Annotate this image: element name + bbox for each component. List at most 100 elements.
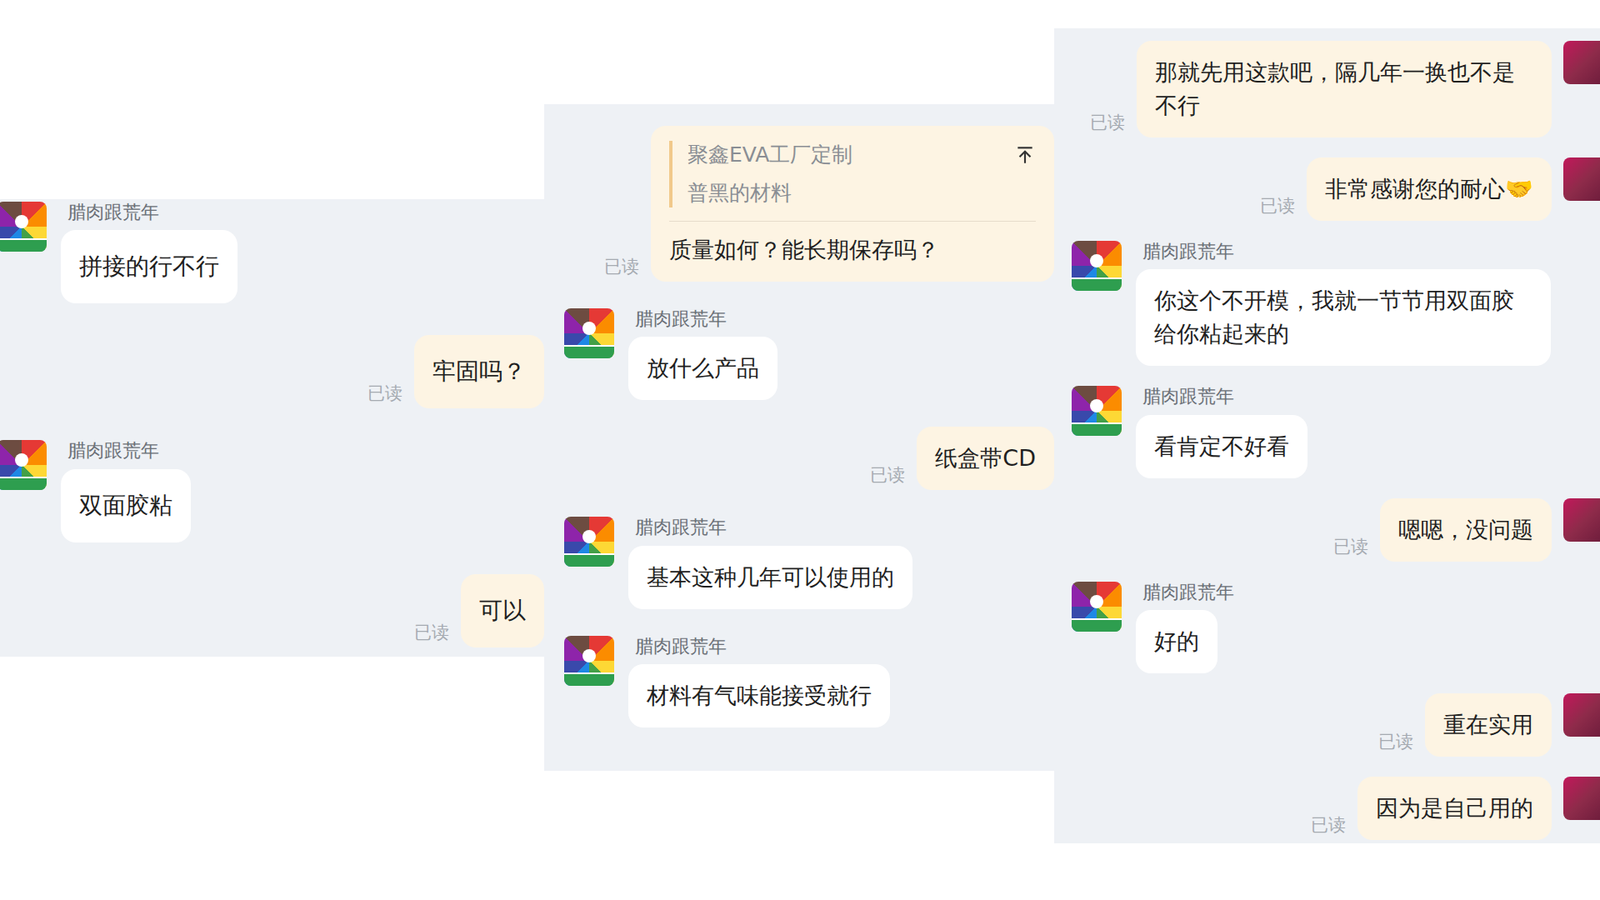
chat-panel: 腊肉跟荒年拼接的行不行已读牢固吗？腊肉跟荒年双面胶粘已读可以 xyxy=(0,199,545,657)
message-text: 那就先用这款吧，隔几年一换也不是不行 xyxy=(1155,55,1534,123)
read-status: 已读 xyxy=(1090,110,1125,135)
avatar-center-icon xyxy=(582,321,596,335)
message-bubble[interactable]: 牢固吗？ xyxy=(414,335,545,409)
sender-name: 腊肉跟荒年 xyxy=(60,440,191,462)
user-avatar-icon[interactable] xyxy=(1563,498,1600,542)
message-row: 腊肉跟荒年看肯定不好看 xyxy=(1071,385,1600,478)
user-avatar-icon[interactable] xyxy=(1563,693,1600,737)
user-avatar-icon[interactable] xyxy=(1563,776,1600,820)
read-status: 已读 xyxy=(1260,194,1295,218)
read-status: 已读 xyxy=(1310,813,1346,837)
message-text: 重在实用 xyxy=(1443,708,1534,742)
sender-name: 腊肉跟荒年 xyxy=(628,308,778,330)
message-row: 腊肉跟荒年材料有气味能接受就行 xyxy=(564,635,1055,728)
screenshot-collage: 腊肉跟荒年拼接的行不行已读牢固吗？腊肉跟荒年双面胶粘已读可以已读聚鑫EVA工厂定… xyxy=(0,0,1600,900)
quote-bar xyxy=(669,140,673,208)
message-bubble[interactable]: 材料有气味能接受就行 xyxy=(628,664,890,728)
scroll-to-top-icon[interactable] xyxy=(1014,144,1036,166)
message-column: 腊肉跟荒年拼接的行不行 xyxy=(60,201,238,304)
chat-panel: 已读聚鑫EVA工厂定制普黑的材料质量如何？能长期保存吗？腊肉跟荒年放什么产品已读… xyxy=(544,104,1055,771)
message-list: 已读那就先用这款吧，隔几年一换也不是不行已读非常感谢您的耐心🤝腊肉跟荒年你这个不… xyxy=(1054,28,1600,840)
message-list: 已读聚鑫EVA工厂定制普黑的材料质量如何？能长期保存吗？腊肉跟荒年放什么产品已读… xyxy=(544,104,1055,728)
avatar-banner-icon xyxy=(0,476,47,490)
sender-name: 腊肉跟荒年 xyxy=(60,201,238,224)
read-status: 已读 xyxy=(604,255,640,279)
avatar-banner-icon xyxy=(564,345,615,359)
read-status: 已读 xyxy=(1378,730,1414,754)
message-text: 牢固吗？ xyxy=(432,355,526,389)
shop-avatar-icon[interactable] xyxy=(1071,240,1122,291)
message-row: 已读 牢固吗？ xyxy=(0,335,545,409)
shop-avatar-icon[interactable] xyxy=(1071,385,1122,436)
message-bubble[interactable]: 非常感谢您的耐心🤝 xyxy=(1306,157,1552,221)
message-column: 腊肉跟荒年你这个不开模，我就一节节用双面胶给你粘起来的 xyxy=(1135,240,1551,366)
message-text: 因为是自己用的 xyxy=(1375,791,1534,825)
message-bubble[interactable]: 基本这种几年可以使用的 xyxy=(628,545,913,610)
read-status: 已读 xyxy=(367,381,403,405)
message-column: 腊肉跟荒年放什么产品 xyxy=(628,308,778,400)
message-row: 已读 嗯嗯，没问题 xyxy=(1071,498,1600,562)
sender-name: 腊肉跟荒年 xyxy=(1135,240,1551,263)
message-text: 嗯嗯，没问题 xyxy=(1398,513,1534,547)
message-column: 腊肉跟荒年双面胶粘 xyxy=(60,440,191,542)
message-bubble[interactable]: 纸盒带CD xyxy=(916,426,1055,490)
avatar-center-icon xyxy=(582,649,596,663)
read-status: 已读 xyxy=(1333,535,1369,559)
user-avatar-icon[interactable] xyxy=(1563,157,1600,201)
shop-avatar-icon[interactable] xyxy=(1071,581,1122,632)
message-bubble[interactable]: 可以 xyxy=(460,574,545,648)
message-row: 腊肉跟荒年放什么产品 xyxy=(564,308,1055,400)
shop-avatar-icon[interactable] xyxy=(564,635,615,686)
message-row: 腊肉跟荒年你这个不开模，我就一节节用双面胶给你粘起来的 xyxy=(1071,240,1600,366)
message-list: 腊肉跟荒年拼接的行不行已读牢固吗？腊肉跟荒年双面胶粘已读可以 xyxy=(0,199,545,648)
shop-avatar-icon[interactable] xyxy=(564,516,615,567)
avatar-banner-icon xyxy=(1071,618,1122,632)
message-bubble[interactable]: 嗯嗯，没问题 xyxy=(1380,498,1552,562)
quote-divider xyxy=(669,220,1036,222)
quote-text: 普黑的材料 xyxy=(687,179,1000,208)
message-column: 腊肉跟荒年好的 xyxy=(1135,581,1235,674)
message-row: 腊肉跟荒年拼接的行不行 xyxy=(0,201,545,304)
message-row: 已读 因为是自己用的 xyxy=(1071,776,1600,840)
shop-avatar-icon[interactable] xyxy=(0,440,47,490)
message-bubble[interactable]: 双面胶粘 xyxy=(60,469,191,543)
message-text: 质量如何？能长期保存吗？ xyxy=(669,233,1036,267)
user-avatar-icon[interactable] xyxy=(1563,40,1600,85)
avatar-center-icon xyxy=(1090,399,1104,413)
message-bubble[interactable]: 你这个不开模，我就一节节用双面胶给你粘起来的 xyxy=(1135,269,1551,366)
message-text: 可以 xyxy=(479,594,526,628)
avatar-center-icon xyxy=(1090,595,1104,609)
message-row: 已读 纸盒带CD xyxy=(564,426,1055,490)
chat-panel: 已读那就先用这款吧，隔几年一换也不是不行已读非常感谢您的耐心🤝腊肉跟荒年你这个不… xyxy=(1054,28,1600,844)
sender-name: 腊肉跟荒年 xyxy=(1135,581,1235,604)
avatar-center-icon xyxy=(15,215,29,229)
message-bubble[interactable]: 放什么产品 xyxy=(628,336,778,400)
message-bubble[interactable]: 拼接的行不行 xyxy=(60,230,238,304)
read-status: 已读 xyxy=(414,620,450,645)
message-row: 已读 那就先用这款吧，隔几年一换也不是不行 xyxy=(1071,40,1600,138)
shop-avatar-icon[interactable] xyxy=(0,201,47,252)
avatar-center-icon xyxy=(1090,254,1104,268)
message-text: 纸盒带CD xyxy=(935,441,1036,475)
message-bubble[interactable]: 那就先用这款吧，隔几年一换也不是不行 xyxy=(1136,40,1552,138)
read-status: 已读 xyxy=(870,463,905,487)
avatar-banner-icon xyxy=(564,672,615,686)
message-row: 腊肉跟荒年基本这种几年可以使用的 xyxy=(564,516,1055,609)
sender-name: 腊肉跟荒年 xyxy=(1135,385,1308,408)
message-column: 腊肉跟荒年看肯定不好看 xyxy=(1135,385,1308,478)
avatar-banner-icon xyxy=(1071,277,1122,291)
message-bubble[interactable]: 重在实用 xyxy=(1425,693,1552,757)
message-bubble[interactable]: 因为是自己用的 xyxy=(1357,776,1552,840)
sender-name: 腊肉跟荒年 xyxy=(628,635,890,658)
avatar-banner-icon xyxy=(1071,422,1122,436)
quote-title: 聚鑫EVA工厂定制 xyxy=(687,140,1000,170)
message-bubble[interactable]: 聚鑫EVA工厂定制普黑的材料质量如何？能长期保存吗？ xyxy=(650,125,1055,282)
quoted-message[interactable]: 聚鑫EVA工厂定制普黑的材料 xyxy=(669,140,1036,221)
message-text: 非常感谢您的耐心🤝 xyxy=(1325,172,1534,206)
message-bubble[interactable]: 好的 xyxy=(1135,610,1218,674)
shop-avatar-icon[interactable] xyxy=(564,308,615,359)
sender-name: 腊肉跟荒年 xyxy=(628,516,913,539)
message-row: 已读 非常感谢您的耐心🤝 xyxy=(1071,157,1600,221)
message-bubble[interactable]: 看肯定不好看 xyxy=(1135,415,1308,479)
message-row: 腊肉跟荒年好的 xyxy=(1071,581,1600,674)
